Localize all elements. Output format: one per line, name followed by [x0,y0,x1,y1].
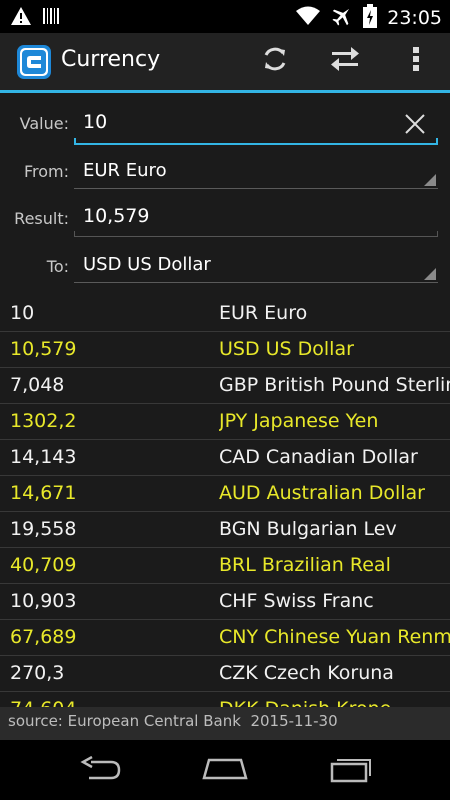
overflow-menu-icon [412,44,420,78]
status-time: 23:05 [387,7,442,29]
refresh-icon [260,44,290,78]
overflow-menu-button[interactable] [396,41,436,81]
airplane-icon [331,5,353,31]
rate-currency: CNY Chinese Yuan Renminbi [219,626,450,648]
conversion-form: Value: 10 From: EUR Euro Result: 10,579 … [0,93,450,296]
from-dropdown-icon [424,174,436,186]
rate-row[interactable]: 7,048 GBP British Pound Sterling [0,368,450,404]
value-input-text: 10 [83,111,108,133]
rate-row[interactable]: 14,143 CAD Canadian Dollar [0,440,450,476]
rate-value: 14,143 [10,446,77,468]
rate-currency: AUD Australian Dollar [219,482,425,504]
rate-value: 40,709 [10,554,77,576]
rate-row[interactable]: 19,558 BGN Bulgarian Lev [0,512,450,548]
from-spinner-value: EUR Euro [83,160,167,181]
rate-row[interactable]: 10 EUR Euro [0,296,450,332]
rate-value: 1302,2 [10,410,77,432]
rate-value: 10,903 [10,590,77,612]
swap-icon [329,44,361,78]
rate-row[interactable]: 10,903 CHF Swiss Franc [0,584,450,620]
rate-currency: DKK Danish Krone [219,698,450,707]
rate-value: 67,689 [10,626,77,648]
wifi-icon [295,5,321,31]
clear-icon[interactable] [402,111,428,137]
rate-value: 7,048 [10,374,65,396]
action-bar: Currency [0,33,450,90]
rate-row[interactable]: 270,3 CZK Czech Koruna [0,656,450,692]
rate-row[interactable]: 74,604 DKK Danish Krone [0,692,450,707]
to-spinner[interactable]: USD US Dollar [74,245,438,283]
rate-row[interactable]: 14,671 AUD Australian Dollar [0,476,450,512]
rate-currency: BGN Bulgarian Lev [219,518,397,540]
rate-currency: CHF Swiss Franc [219,590,374,612]
home-button[interactable] [200,754,250,788]
rate-row[interactable]: 67,689 CNY Chinese Yuan Renminbi [0,620,450,656]
recent-apps-icon [328,755,374,787]
navigation-bar [0,740,450,800]
from-label: From: [23,162,69,181]
result-field-text: 10,579 [83,205,150,227]
rate-value: 10,579 [10,338,77,360]
home-icon [201,756,249,786]
rate-currency: JPY Japanese Yen [219,410,379,432]
rate-currency: GBP British Pound Sterling [219,374,450,396]
source-bar: source: European Central Bank 2015-11-30 [0,707,450,740]
rate-currency: CZK Czech Koruna [219,662,394,684]
warning-icon [10,6,32,30]
rate-value: 10 [10,302,35,324]
to-spinner-line [74,282,438,283]
back-button[interactable] [75,754,125,788]
result-field-underline [74,231,438,237]
rate-value: 19,558 [10,518,77,540]
status-bar: 23:05 [0,0,450,33]
back-icon [77,755,123,786]
to-dropdown-icon [424,268,436,280]
rate-value: 270,3 [10,662,65,684]
app-logo-icon[interactable] [16,44,52,80]
app-title: Currency [61,47,161,72]
rate-value: 14,671 [10,482,77,504]
result-field[interactable]: 10,579 [74,197,438,237]
rate-currency: USD US Dollar [219,338,354,360]
rate-row[interactable]: 40,709 BRL Brazilian Real [0,548,450,584]
rate-row[interactable]: 10,579 USD US Dollar [0,332,450,368]
from-spinner[interactable]: EUR Euro [74,151,438,189]
from-spinner-line [74,188,438,189]
rate-value: 74,604 [10,698,76,707]
value-input[interactable]: 10 [74,105,438,145]
barcode-icon [42,6,60,30]
battery-icon [363,4,378,32]
rate-currency: CAD Canadian Dollar [219,446,418,468]
to-label: To: [46,257,69,276]
recent-apps-button[interactable] [326,754,376,788]
rates-list[interactable]: 10 EUR Euro 10,579 USD US Dollar 7,048 G… [0,296,450,707]
swap-button[interactable] [325,41,365,81]
to-spinner-value: USD US Dollar [83,254,211,275]
result-label: Result: [14,209,69,228]
refresh-button[interactable] [255,41,295,81]
value-input-underline [74,138,438,145]
rate-row[interactable]: 1302,2 JPY Japanese Yen [0,404,450,440]
value-label: Value: [19,114,69,133]
rate-currency: BRL Brazilian Real [219,554,391,576]
source-text: source: European Central Bank 2015-11-30 [8,712,338,730]
rate-currency: EUR Euro [219,302,308,324]
